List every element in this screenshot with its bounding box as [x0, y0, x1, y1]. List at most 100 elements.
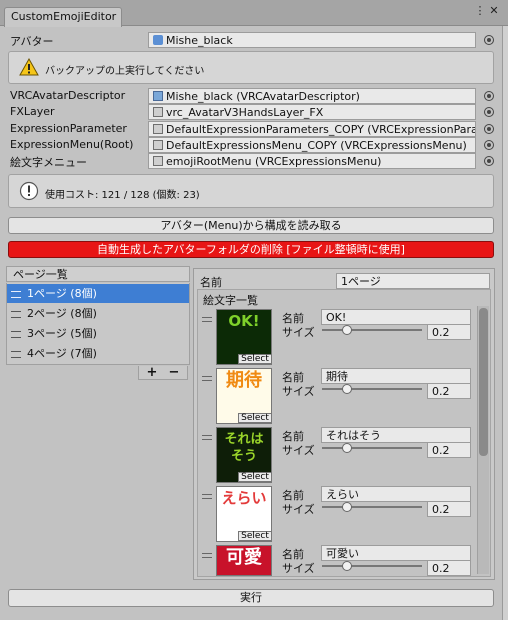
execute-button[interactable]: 実行: [8, 589, 494, 607]
drag-handle-icon[interactable]: [11, 311, 21, 318]
emoji-select-button[interactable]: Select: [238, 472, 271, 482]
emoji-art: OK!: [228, 312, 260, 330]
emoji-thumbnail[interactable]: 期待 Select: [216, 368, 272, 424]
field-label-0: VRCAvatarDescriptor: [10, 89, 126, 102]
emoji-size-field[interactable]: 0.2: [427, 560, 471, 576]
emoji-thumbnail[interactable]: OK! Select: [216, 309, 272, 365]
object-picker-icon[interactable]: [484, 91, 494, 101]
object-picker-icon[interactable]: [484, 124, 494, 134]
emoji-art: それはそう: [224, 432, 264, 464]
emoji-size-label: サイズ: [282, 562, 315, 575]
remove-page-button[interactable]: −: [165, 366, 183, 380]
emoji-art: えらい: [221, 489, 267, 507]
close-icon[interactable]: ✕: [488, 5, 500, 17]
emoji-thumbnail[interactable]: 可愛: [216, 545, 272, 576]
asset-icon: [153, 91, 163, 101]
info-box: 使用コスト: 121 / 128 (個数: 23): [8, 174, 494, 208]
drag-handle-icon[interactable]: [202, 317, 212, 322]
field-value-1[interactable]: vrc_AvatarV3HandsLayer_FX: [148, 104, 476, 120]
emoji-size-slider[interactable]: [322, 447, 422, 449]
warning-icon: [19, 58, 39, 76]
field-value-3[interactable]: DefaultExpressionsMenu_COPY (VRCExpressi…: [148, 137, 476, 153]
page-list-item-label: 4ページ (7個): [27, 347, 97, 360]
emoji-size-field[interactable]: 0.2: [427, 442, 471, 458]
emoji-size-field[interactable]: 0.2: [427, 324, 471, 340]
emoji-size-label: サイズ: [282, 385, 315, 398]
window-tab[interactable]: CustomEmojiEditor: [4, 7, 122, 27]
emoji-size-slider[interactable]: [322, 388, 422, 390]
emoji-name-field[interactable]: それはそう: [321, 427, 471, 443]
emoji-size-slider-knob[interactable]: [342, 384, 352, 394]
load-from-avatar-button[interactable]: アバター(Menu)から構成を読み取る: [8, 217, 494, 234]
page-name-field[interactable]: 1ページ: [336, 273, 490, 289]
drag-handle-icon[interactable]: [11, 291, 21, 298]
field-value-4[interactable]: emojiRootMenu (VRCExpressionsMenu): [148, 153, 476, 169]
avatar-icon: [153, 35, 163, 45]
field-value-text: DefaultExpressionParameters_COPY (VRCExp…: [166, 123, 476, 136]
asset-icon: [153, 140, 163, 150]
object-picker-icon[interactable]: [484, 107, 494, 117]
emoji-thumbnail[interactable]: それはそう Select: [216, 427, 272, 483]
emoji-size-slider-knob[interactable]: [342, 561, 352, 571]
drag-handle-icon[interactable]: [202, 494, 212, 499]
page-list-item[interactable]: 4ページ (7個): [7, 344, 189, 363]
object-picker-icon[interactable]: [484, 156, 494, 166]
emoji-size-slider-knob[interactable]: [342, 502, 352, 512]
drag-handle-icon[interactable]: [11, 351, 21, 358]
emoji-size-slider-knob[interactable]: [342, 443, 352, 453]
asset-icon: [153, 124, 163, 134]
drag-handle-icon[interactable]: [202, 376, 212, 381]
emoji-size-slider[interactable]: [322, 506, 422, 508]
page-name-label: 名前: [200, 276, 222, 289]
delete-generated-folder-button[interactable]: 自動生成したアバターフォルダの削除 [ファイル整頓時に使用]: [8, 241, 494, 258]
avatar-field[interactable]: Mishe_black: [148, 32, 476, 48]
emoji-size-slider[interactable]: [322, 329, 422, 331]
page-list-item-label: 1ページ (8個): [27, 287, 97, 300]
drag-handle-icon[interactable]: [202, 553, 212, 558]
emoji-size-field[interactable]: 0.2: [427, 383, 471, 399]
emoji-list-label: 絵文字一覧: [203, 294, 258, 307]
emoji-name-field[interactable]: えらい: [321, 486, 471, 502]
emoji-select-button[interactable]: Select: [238, 413, 271, 423]
emoji-select-button[interactable]: Select: [238, 531, 271, 541]
asset-icon: [153, 156, 163, 166]
kebab-menu-icon[interactable]: ⋮: [474, 5, 486, 17]
emoji-art: 可愛: [226, 547, 262, 568]
emoji-name-field[interactable]: OK!: [321, 309, 471, 325]
drag-handle-icon[interactable]: [202, 435, 212, 440]
emoji-size-field[interactable]: 0.2: [427, 501, 471, 517]
field-value-text: emojiRootMenu (VRCExpressionsMenu): [166, 155, 382, 168]
side-strip: [502, 26, 508, 620]
field-label-1: FXLayer: [10, 105, 55, 118]
emoji-name-field[interactable]: 期待: [321, 368, 471, 384]
page-list: 1ページ (8個) 2ページ (8個) 3ページ (5個) 4ページ (7個): [6, 283, 190, 365]
emoji-art: 期待: [226, 370, 262, 391]
emoji-name-field[interactable]: 可愛い: [321, 545, 471, 561]
emoji-list-scroll-thumb[interactable]: [479, 308, 488, 456]
page-list-item-label: 2ページ (8個): [27, 307, 97, 320]
field-value-text: DefaultExpressionsMenu_COPY (VRCExpressi…: [166, 139, 467, 152]
field-label-3: ExpressionMenu(Root): [10, 138, 134, 151]
object-picker-icon[interactable]: [484, 35, 494, 45]
drag-handle-icon[interactable]: [11, 331, 21, 338]
page-list-header: ページ一覧: [6, 266, 190, 282]
emoji-select-button[interactable]: Select: [238, 354, 271, 364]
emoji-size-slider[interactable]: [322, 565, 422, 567]
field-value-text: vrc_AvatarV3HandsLayer_FX: [166, 106, 324, 119]
page-list-item[interactable]: 2ページ (8個): [7, 304, 189, 323]
field-label-2: ExpressionParameter: [10, 122, 127, 135]
avatar-label: アバター: [10, 35, 54, 48]
add-page-button[interactable]: +: [143, 366, 161, 380]
info-icon: [19, 181, 39, 201]
field-label-4: 絵文字メニュー: [10, 156, 87, 169]
avatar-value: Mishe_black: [166, 34, 233, 47]
page-list-item[interactable]: 3ページ (5個): [7, 324, 189, 343]
field-value-2[interactable]: DefaultExpressionParameters_COPY (VRCExp…: [148, 121, 476, 137]
emoji-size-slider-knob[interactable]: [342, 325, 352, 335]
page-list-item[interactable]: 1ページ (8個): [7, 284, 189, 303]
warning-box: バックアップの上実行してください: [8, 51, 494, 84]
object-picker-icon[interactable]: [484, 140, 494, 150]
emoji-thumbnail[interactable]: えらい Select: [216, 486, 272, 542]
field-value-0[interactable]: Mishe_black (VRCAvatarDescriptor): [148, 88, 476, 104]
info-text: 使用コスト: 121 / 128 (個数: 23): [45, 190, 200, 201]
